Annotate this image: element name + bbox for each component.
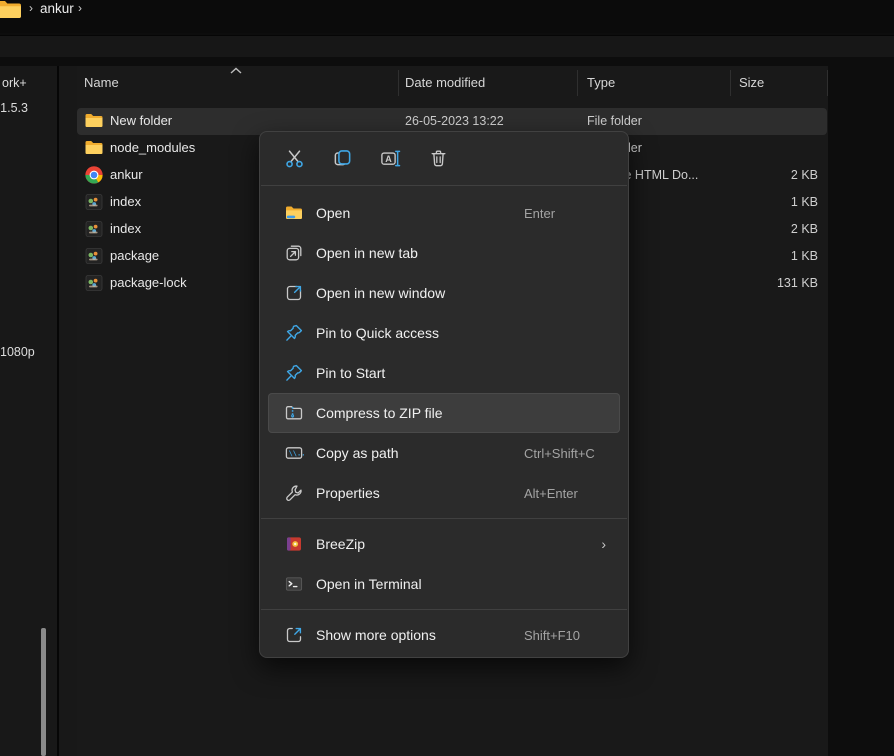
copy-path-icon: \\.. <box>284 443 304 463</box>
breadcrumb: › ankur › <box>0 0 894 33</box>
menu-item-shortcut: Alt+Enter <box>524 486 578 501</box>
media-icon <box>84 192 104 212</box>
file-name: node_modules <box>110 140 195 155</box>
menu-separator <box>261 185 627 186</box>
pin-icon <box>284 323 304 343</box>
svg-text:\\..: \\.. <box>289 450 304 458</box>
menu-item-shortcut: Ctrl+Shift+C <box>524 446 595 461</box>
file-size: 2 KB <box>677 168 818 182</box>
menu-item-label: Properties <box>316 485 380 501</box>
menu-item-copy-as-path[interactable]: \\.. Copy as path Ctrl+Shift+C <box>268 433 620 473</box>
column-header-row: Name Date modified Type Size <box>77 66 828 100</box>
breadcrumb-chevron-icon[interactable]: › <box>78 0 82 17</box>
folder-icon <box>84 138 104 158</box>
menu-item-properties[interactable]: Properties Alt+Enter <box>268 473 620 513</box>
menu-item-open-in-new-tab[interactable]: Open in new tab <box>268 233 620 273</box>
terminal-icon <box>284 574 304 594</box>
background-window-panel: ork+ -1.5.3 1080p <box>0 66 77 756</box>
menu-item-label: Open in Terminal <box>316 576 422 592</box>
file-name: package <box>110 248 159 263</box>
breadcrumb-path-item[interactable]: ankur <box>40 0 74 17</box>
menu-item-breezip[interactable]: BreeZip › <box>268 524 620 564</box>
menu-item-pin-to-start[interactable]: Pin to Start <box>268 353 620 393</box>
column-separator[interactable] <box>730 70 731 96</box>
media-icon <box>84 273 104 293</box>
breadcrumb-chevron-icon: › <box>29 0 33 17</box>
sort-ascending-icon[interactable] <box>229 67 243 75</box>
column-header-date-modified[interactable]: Date modified <box>405 75 485 90</box>
column-separator[interactable] <box>398 70 399 96</box>
file-size: 1 KB <box>677 249 818 263</box>
media-icon <box>84 246 104 266</box>
cut-button[interactable] <box>276 140 312 176</box>
menu-item-label: Open in new tab <box>316 245 418 261</box>
file-size: 131 KB <box>677 276 818 290</box>
wrench-icon <box>284 483 304 503</box>
menu-item-label: BreeZip <box>316 536 365 552</box>
file-name: index <box>110 221 141 236</box>
menu-item-open-in-terminal[interactable]: Open in Terminal <box>268 564 620 604</box>
column-separator[interactable] <box>577 70 578 96</box>
menu-item-label: Open in new window <box>316 285 445 301</box>
context-menu-items: Open Enter Open in new tab Open in new wind… <box>260 185 628 655</box>
folder-icon <box>84 111 104 131</box>
svg-text:A: A <box>385 153 392 163</box>
menu-item-compress-to-zip-file[interactable]: Compress to ZIP file <box>268 393 620 433</box>
chrome-icon <box>84 165 104 185</box>
delete-icon <box>428 148 449 169</box>
menu-item-label: Pin to Start <box>316 365 385 381</box>
column-header-name[interactable]: Name <box>84 75 119 90</box>
command-bar <box>0 35 894 57</box>
pin-icon <box>284 363 304 383</box>
folder-open-icon <box>284 203 304 223</box>
menu-item-label: Copy as path <box>316 445 399 461</box>
file-date-modified: 26-05-2023 13:22 <box>405 114 504 128</box>
background-text-fragment: ork+ <box>2 76 27 90</box>
file-name: New folder <box>110 113 172 128</box>
background-text-fragment: -1.5.3 <box>0 101 28 115</box>
breadcrumb-folder-icon[interactable] <box>0 0 21 18</box>
menu-separator <box>261 609 627 610</box>
delete-button[interactable] <box>420 140 456 176</box>
column-header-size[interactable]: Size <box>739 75 764 90</box>
column-separator[interactable] <box>827 70 828 96</box>
file-size: 1 KB <box>677 195 818 209</box>
cut-icon <box>284 148 305 169</box>
rename-button[interactable]: A <box>372 140 408 176</box>
copy-button[interactable] <box>324 140 360 176</box>
breezip-icon <box>284 534 304 554</box>
expand-icon <box>284 625 304 645</box>
submenu-chevron-icon: › <box>601 536 606 552</box>
file-name: package-lock <box>110 275 187 290</box>
menu-item-open-in-new-window[interactable]: Open in new window <box>268 273 620 313</box>
file-size: 2 KB <box>677 222 818 236</box>
copy-icon <box>332 148 353 169</box>
file-name: index <box>110 194 141 209</box>
menu-item-shortcut: Shift+F10 <box>524 628 580 643</box>
scrollbar-thumb[interactable] <box>41 628 46 756</box>
menu-item-show-more-options[interactable]: Show more options Shift+F10 <box>268 615 620 655</box>
file-name: ankur <box>110 167 143 182</box>
new-window-icon <box>284 283 304 303</box>
background-text-fragment: 1080p <box>0 345 35 359</box>
menu-item-open[interactable]: Open Enter <box>268 193 620 233</box>
menu-item-shortcut: Enter <box>524 206 555 221</box>
rename-icon: A <box>380 148 401 169</box>
menu-item-label: Pin to Quick access <box>316 325 439 341</box>
menu-separator <box>261 518 627 519</box>
menu-item-pin-to-quick-access[interactable]: Pin to Quick access <box>268 313 620 353</box>
zip-icon <box>284 403 304 423</box>
menu-item-label: Open <box>316 205 350 221</box>
file-type: File folder <box>587 114 642 128</box>
column-header-type[interactable]: Type <box>587 75 615 90</box>
context-menu-toolbar: A <box>260 138 628 178</box>
menu-item-label: Show more options <box>316 627 436 643</box>
new-tab-icon <box>284 243 304 263</box>
menu-item-label: Compress to ZIP file <box>316 405 443 421</box>
context-menu: A Open Enter Open in new tab Open in new wi… <box>259 131 629 658</box>
panel-divider <box>57 66 59 756</box>
media-icon <box>84 219 104 239</box>
